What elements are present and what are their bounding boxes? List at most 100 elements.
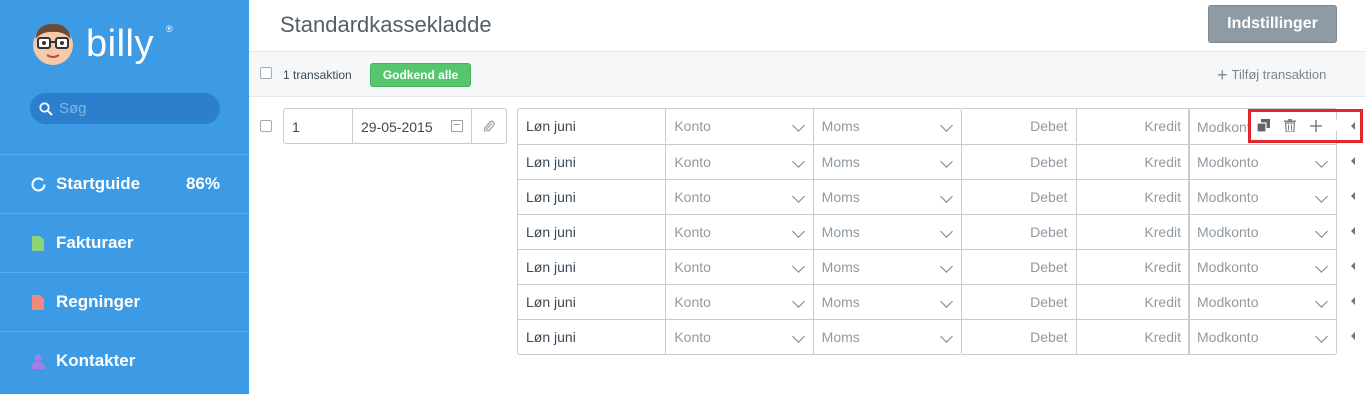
search-box[interactable]	[30, 93, 220, 124]
sidebar-item-label: Fakturaer	[56, 233, 134, 252]
billy-mascot-icon	[33, 23, 73, 65]
description-field[interactable]: Løn juni	[518, 180, 665, 214]
row-menu-caret-icon[interactable]	[1351, 297, 1355, 305]
description-field[interactable]: Løn juni	[518, 285, 665, 319]
debit-field[interactable]: Debet	[962, 320, 1076, 354]
credit-field[interactable]: Kredit	[1075, 320, 1190, 354]
description-field[interactable]: Løn juni	[518, 145, 665, 179]
add-transaction-label: Tilføj transaktion	[1231, 67, 1327, 82]
credit-placeholder: Kredit	[1144, 329, 1181, 345]
vat-placeholder: Moms	[821, 294, 860, 310]
search-input[interactable]	[59, 100, 209, 117]
contra-account-select[interactable]: Modkonto	[1189, 284, 1336, 319]
contra-placeholder: Modkonto	[1197, 189, 1259, 205]
contra-account-select[interactable]: Modkonto	[1189, 249, 1336, 284]
transaction-date-field[interactable]: 29-05-2015	[352, 108, 472, 144]
attach-button[interactable]	[471, 108, 507, 144]
debit-field[interactable]: Debet	[962, 285, 1076, 319]
amount-row: Debet Kredit	[962, 214, 1189, 249]
amount-row: Debet Kredit	[962, 284, 1189, 319]
debit-placeholder: Debet	[1030, 329, 1068, 345]
credit-field[interactable]: Kredit	[1075, 180, 1190, 214]
account-placeholder: Konto	[674, 329, 711, 345]
account-select[interactable]: Konto	[665, 320, 812, 354]
vat-select[interactable]: Moms	[812, 285, 961, 319]
account-select[interactable]: Konto	[665, 180, 812, 214]
row-menu-caret-icon[interactable]	[1351, 192, 1355, 200]
credit-field[interactable]: Kredit	[1075, 285, 1190, 319]
chevron-down-icon	[940, 330, 953, 343]
sidebar-item-fakturaer[interactable]: Fakturaer	[0, 213, 249, 272]
account-select[interactable]: Konto	[665, 109, 812, 143]
chevron-down-icon	[1315, 295, 1328, 308]
startguide-progress: 86%	[185, 174, 220, 193]
debit-field[interactable]: Debet	[962, 215, 1076, 249]
credit-placeholder: Kredit	[1144, 118, 1181, 134]
select-all-checkbox[interactable]	[260, 67, 272, 79]
row-menu-caret-icon[interactable]	[1351, 227, 1355, 235]
contra-placeholder: Modkonto	[1197, 224, 1259, 240]
contra-account-select[interactable]: Modkonto	[1189, 214, 1336, 249]
transaction-checkbox[interactable]	[260, 120, 272, 132]
description-value: Løn juni	[526, 259, 576, 275]
vat-select[interactable]: Moms	[812, 145, 961, 179]
credit-field[interactable]: Kredit	[1075, 215, 1190, 249]
sidebar-item-regninger[interactable]: Regninger	[0, 272, 249, 331]
vat-select[interactable]: Moms	[812, 215, 961, 249]
amounts-grid: Debet Kredit Debet Kredit Debet Kredit Debet Kr…	[962, 108, 1190, 355]
vat-placeholder: Moms	[821, 224, 860, 240]
logo[interactable]: billy	[30, 16, 154, 72]
transaction-line-row: Løn juni Konto Moms	[518, 214, 961, 249]
sidebar-nav: Startguide 86% Fakturaer Regninger Konta…	[0, 154, 249, 390]
debit-field[interactable]: Debet	[962, 109, 1076, 143]
transaction-number-field[interactable]: 1	[283, 108, 353, 144]
transaction-line-row: Løn juni Konto Moms	[518, 144, 961, 179]
vat-select[interactable]: Moms	[812, 180, 961, 214]
bill-icon	[30, 294, 46, 310]
approve-all-button[interactable]: Godkend alle	[370, 63, 471, 87]
credit-field[interactable]: Kredit	[1075, 250, 1190, 284]
vat-select[interactable]: Moms	[812, 320, 961, 354]
settings-button[interactable]: Indstillinger	[1208, 5, 1337, 43]
description-field[interactable]: Løn juni	[518, 250, 665, 284]
debit-placeholder: Debet	[1030, 259, 1068, 275]
row-menu-caret-icon[interactable]	[1351, 332, 1355, 340]
contra-account-select[interactable]: Modkonto	[1189, 179, 1336, 214]
sidebar-item-startguide[interactable]: Startguide 86%	[0, 154, 249, 213]
paperclip-icon	[483, 120, 495, 133]
debit-field[interactable]: Debet	[962, 180, 1076, 214]
chevron-down-icon	[791, 190, 805, 203]
account-select[interactable]: Konto	[665, 285, 812, 319]
description-field[interactable]: Løn juni	[518, 215, 665, 249]
chevron-down-icon	[1315, 190, 1328, 203]
add-transaction-link[interactable]: + Tilføj transaktion	[1217, 66, 1327, 84]
sidebar: billy ® Startguide 86% Fakturaer	[0, 0, 249, 394]
debit-field[interactable]: Debet	[962, 250, 1076, 284]
chevron-down-icon	[940, 155, 953, 168]
chevron-down-icon	[940, 225, 953, 238]
row-menu-caret-icon[interactable]	[1351, 157, 1355, 165]
transaction-line-row: Løn juni Konto Moms	[518, 109, 961, 144]
registered-mark: ®	[166, 24, 173, 34]
transaction-toolbar: 1 transaktion Godkend alle + Tilføj tran…	[249, 52, 1366, 97]
account-select[interactable]: Konto	[665, 215, 812, 249]
row-menu-caret-icon[interactable]	[1351, 262, 1355, 270]
account-select[interactable]: Konto	[665, 145, 812, 179]
sidebar-item-kontakter[interactable]: Kontakter	[0, 331, 249, 390]
account-placeholder: Konto	[674, 259, 711, 275]
credit-field[interactable]: Kredit	[1075, 145, 1190, 179]
account-select[interactable]: Konto	[665, 250, 812, 284]
contra-account-select[interactable]: Modkonto	[1189, 319, 1336, 354]
credit-field[interactable]: Kredit	[1075, 109, 1190, 143]
vat-select[interactable]: Moms	[812, 250, 961, 284]
description-value: Løn juni	[526, 224, 576, 240]
amount-row: Debet Kredit	[962, 249, 1189, 284]
contra-account-select[interactable]: Modkonto	[1189, 144, 1336, 179]
vat-select[interactable]: Moms	[812, 109, 961, 143]
account-placeholder: Konto	[674, 224, 711, 240]
debit-field[interactable]: Debet	[962, 145, 1076, 179]
description-field[interactable]: Løn juni	[518, 320, 665, 354]
page-header: Standardkassekladde Indstillinger	[249, 0, 1366, 52]
calendar-icon[interactable]	[451, 120, 463, 132]
description-field[interactable]: Løn juni	[518, 109, 665, 143]
